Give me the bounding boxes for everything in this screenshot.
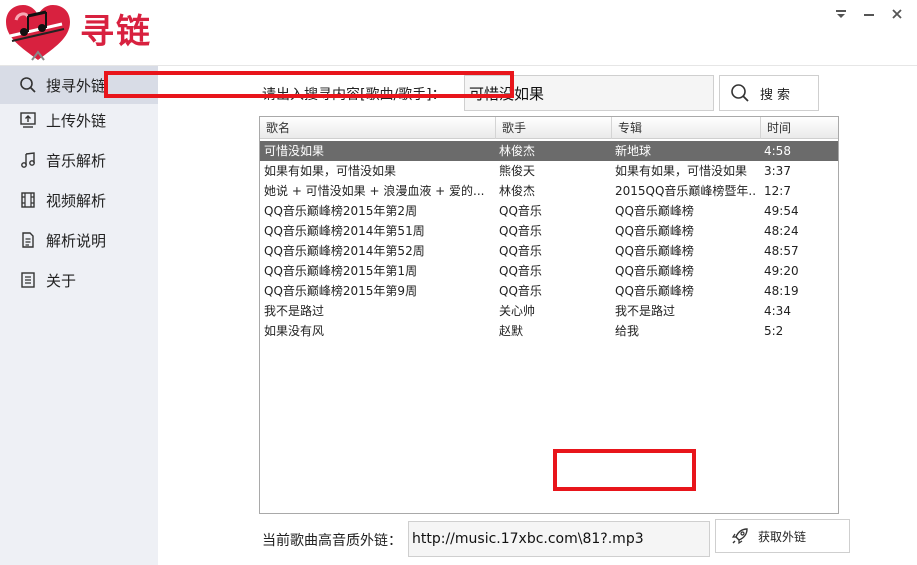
sidebar-item-label: 视频解析: [46, 191, 107, 210]
column-header-artist[interactable]: 歌手: [496, 117, 612, 139]
cell-artist: QQ音乐: [499, 224, 542, 238]
search-button-label: 搜索: [760, 87, 795, 103]
cell-duration: 4:58: [764, 144, 791, 158]
table-row[interactable]: 我不是路过 关心帅 我不是路过 4:34: [260, 301, 838, 321]
cell-duration: 48:24: [764, 224, 799, 238]
search-input[interactable]: [464, 75, 714, 111]
link-label: 当前歌曲高音质外链：: [262, 533, 402, 549]
sidebar-item-label: 搜寻外链: [46, 76, 107, 95]
column-header-duration[interactable]: 时间: [761, 117, 838, 139]
cell-song: QQ音乐巅峰榜2014年第51周: [264, 224, 425, 238]
main-panel: 请出入搜寻内容[歌曲/歌手]： 搜索 歌名 歌手 专辑 时间 可惜没如果林俊杰新…: [158, 66, 917, 565]
search-button[interactable]: 搜索: [719, 75, 819, 111]
table-row[interactable]: QQ音乐巅峰榜2015年第9周 QQ音乐 QQ音乐巅峰榜 48:19: [260, 281, 838, 301]
sidebar-item-music-parse[interactable]: 音乐解析: [0, 141, 158, 179]
cell-song: QQ音乐巅峰榜2015年第1周: [264, 264, 418, 278]
heart-music-logo-icon: [2, 2, 74, 64]
cell-album: 给我: [615, 324, 640, 338]
cell-album: 新地球: [615, 144, 652, 158]
cell-artist: 赵默: [499, 324, 524, 338]
cell-album: QQ音乐巅峰榜: [615, 264, 694, 278]
sidebar-item-label: 关于: [46, 271, 77, 290]
cell-artist: 关心帅: [499, 304, 536, 318]
minimize-button[interactable]: [858, 4, 880, 24]
cell-duration: 48:19: [764, 284, 799, 298]
sidebar-item-label: 音乐解析: [46, 151, 107, 170]
link-url-field[interactable]: [408, 521, 710, 557]
table-header: 歌名 歌手 专辑 时间: [260, 117, 838, 139]
cell-song: QQ音乐巅峰榜2014年第52周: [264, 244, 425, 258]
upload-icon: [18, 110, 38, 130]
search-icon: [18, 75, 38, 95]
sidebar-item-parse-guide[interactable]: 解析说明: [0, 221, 158, 259]
cell-duration: 49:20: [764, 264, 799, 278]
sidebar-item-search-links[interactable]: 搜寻外链: [0, 66, 158, 104]
cell-album: 如果有如果，可惜没如果: [615, 164, 748, 178]
title-bar: 寻链: [0, 0, 917, 66]
search-label: 请出入搜寻内容[歌曲/歌手]：: [262, 87, 446, 103]
table-row[interactable]: 可惜没如果 林俊杰 新地球 4:58: [260, 141, 838, 161]
sidebar-item-upload-links[interactable]: 上传外链: [0, 101, 158, 139]
cell-artist: QQ音乐: [499, 204, 542, 218]
minimize-icon: [864, 14, 874, 16]
rocket-icon: [731, 528, 748, 545]
table-row[interactable]: QQ音乐巅峰榜2014年第51周 QQ音乐 QQ音乐巅峰榜 48:24: [260, 221, 838, 241]
cell-duration: 5:2: [764, 324, 784, 338]
table-row[interactable]: 她说 + 可惜没如果 + 浪漫血液 + 爱的... 林俊杰 2015QQ音乐巅峰榜暨…: [260, 181, 838, 201]
sidebar-item-label: 上传外链: [46, 111, 107, 130]
close-button[interactable]: [886, 4, 908, 24]
dropdown-menu-button[interactable]: [830, 4, 852, 24]
table-row[interactable]: QQ音乐巅峰榜2015年第1周 QQ音乐 QQ音乐巅峰榜 49:20: [260, 261, 838, 281]
cell-album: QQ音乐巅峰榜: [615, 284, 694, 298]
sidebar: 搜寻外链 上传外链 音乐解析 视频解析 解析说明 关于: [0, 66, 158, 565]
cell-artist: QQ音乐: [499, 264, 542, 278]
app-window: 寻链 搜寻外链 上传外链 音乐解析 视频解析 解析说明 关于 请出入搜寻内容[歌…: [0, 0, 917, 565]
cell-artist: 林俊杰: [499, 184, 536, 198]
cell-song: QQ音乐巅峰榜2015年第2周: [264, 204, 418, 218]
music-note-icon: [18, 150, 38, 170]
cell-artist: 熊俊天: [499, 164, 536, 178]
sidebar-item-label: 解析说明: [46, 231, 107, 250]
cell-artist: 林俊杰: [499, 144, 536, 158]
cell-duration: 49:54: [764, 204, 799, 218]
cell-song: QQ音乐巅峰榜2015年第9周: [264, 284, 418, 298]
cell-album: 我不是路过: [615, 304, 676, 318]
get-link-button[interactable]: 获取外链: [715, 519, 850, 553]
dropdown-menu-icon: [836, 10, 846, 18]
cell-album: QQ音乐巅峰榜: [615, 224, 694, 238]
results-table: 歌名 歌手 专辑 时间 可惜没如果 林俊杰 新地球 4:58 如果有如果，可惜没如果 熊俊…: [259, 116, 839, 514]
column-header-song[interactable]: 歌名: [260, 117, 496, 139]
cell-song: 我不是路过: [264, 304, 325, 318]
document-icon: [18, 230, 38, 250]
table-row[interactable]: QQ音乐巅峰榜2014年第52周 QQ音乐 QQ音乐巅峰榜 48:57: [260, 241, 838, 261]
sidebar-item-video-parse[interactable]: 视频解析: [0, 181, 158, 219]
cell-song: 如果没有风: [264, 324, 325, 338]
cell-duration: 4:34: [764, 304, 791, 318]
table-row[interactable]: 如果有如果，可惜没如果 熊俊天 如果有如果，可惜没如果 3:37: [260, 161, 838, 181]
cell-album: 2015QQ音乐巅峰榜暨年...: [615, 184, 757, 198]
app-title: 寻链: [80, 12, 152, 52]
cell-song: 可惜没如果: [264, 144, 325, 158]
cell-duration: 48:57: [764, 244, 799, 258]
column-header-album[interactable]: 专辑: [612, 117, 761, 139]
table-row[interactable]: QQ音乐巅峰榜2015年第2周 QQ音乐 QQ音乐巅峰榜 49:54: [260, 201, 838, 221]
cell-duration: 3:37: [764, 164, 791, 178]
table-row[interactable]: 如果没有风 赵默 给我 5:2: [260, 321, 838, 341]
cell-song: 她说 + 可惜没如果 + 浪漫血液 + 爱的...: [264, 184, 485, 198]
sidebar-item-about[interactable]: 关于: [0, 261, 158, 299]
info-list-icon: [18, 270, 38, 290]
cell-artist: QQ音乐: [499, 244, 542, 258]
cell-duration: 12:7: [764, 184, 791, 198]
close-icon: [892, 9, 902, 19]
film-icon: [18, 190, 38, 210]
cell-album: QQ音乐巅峰榜: [615, 244, 694, 258]
search-icon: [731, 84, 749, 102]
get-link-button-label: 获取外链: [758, 529, 807, 544]
cell-artist: QQ音乐: [499, 284, 542, 298]
cell-album: QQ音乐巅峰榜: [615, 204, 694, 218]
cell-song: 如果有如果，可惜没如果: [264, 164, 397, 178]
